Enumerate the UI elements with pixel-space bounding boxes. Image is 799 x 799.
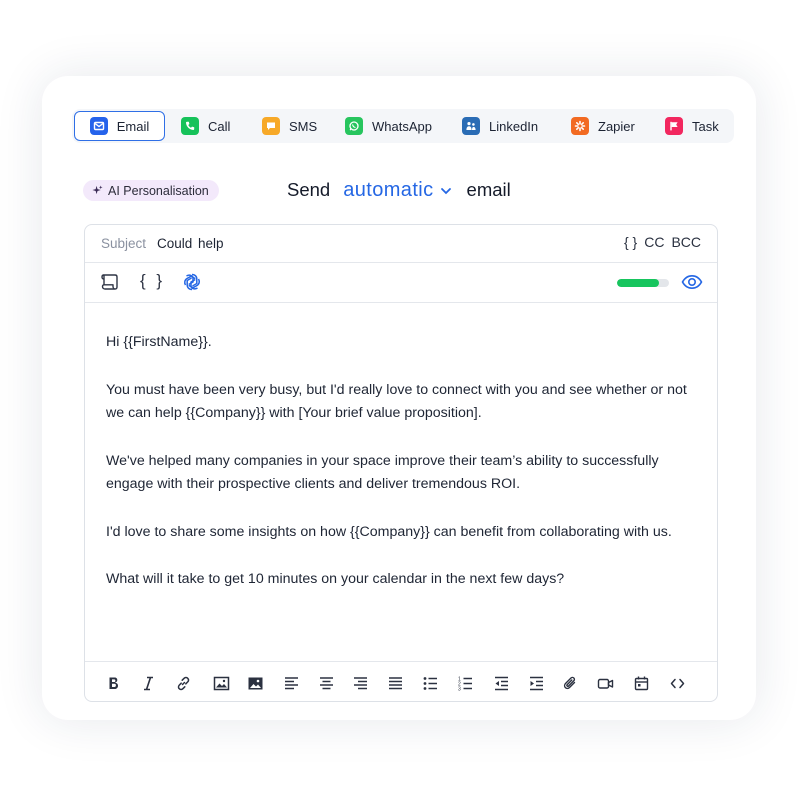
tab-label: SMS	[289, 118, 318, 134]
ai-personalisation-label: AI Personalisation	[108, 183, 209, 198]
tab-sms[interactable]: SMS	[262, 111, 317, 141]
subject-input[interactable]: Could help	[157, 236, 224, 251]
body-paragraph: We've helped many companies in your spac…	[106, 452, 659, 493]
template-scroll-icon[interactable]	[100, 272, 122, 297]
tab-label: Email	[116, 118, 150, 134]
tab-label: Task	[692, 118, 719, 134]
video-icon[interactable]	[595, 673, 615, 693]
tab-email[interactable]: Email	[74, 111, 165, 141]
whatsapp-icon	[345, 117, 363, 135]
send-suffix: email	[466, 179, 511, 200]
subject-row: Subject Could help { } CC BCC	[85, 225, 717, 263]
body-paragraph: I'd love to share some insights on how {…	[106, 523, 672, 540]
link-icon[interactable]	[173, 673, 193, 693]
tab-call[interactable]: Call	[181, 111, 230, 141]
calendar-icon[interactable]	[631, 673, 651, 693]
tab-label: LinkedIn	[489, 118, 539, 134]
image-fill-icon[interactable]	[245, 673, 265, 693]
chevron-down-icon[interactable]	[439, 184, 453, 198]
phone-icon	[181, 117, 199, 135]
sparkle-icon	[92, 185, 103, 195]
tab-label: Zapier	[598, 118, 635, 134]
bullet-list-icon[interactable]	[420, 673, 440, 693]
linkedin-icon	[462, 117, 480, 135]
body-paragraph: You must have been very busy, but I'd re…	[106, 381, 687, 422]
italic-icon[interactable]	[138, 673, 158, 693]
zapier-icon	[571, 117, 589, 135]
email-icon	[89, 117, 108, 135]
variables-button[interactable]: { }	[140, 271, 165, 291]
subject-label: Subject	[101, 236, 147, 251]
openai-icon[interactable]	[182, 272, 202, 297]
subject-actions: { } CC BCC	[624, 234, 701, 250]
numbered-list-icon[interactable]: 123	[455, 673, 475, 693]
content-score-fill	[617, 279, 659, 287]
tab-label: WhatsApp	[372, 118, 432, 134]
align-center-icon[interactable]	[316, 673, 336, 693]
bcc-button[interactable]: BCC	[671, 234, 701, 250]
editor-toolbar: { }	[85, 263, 717, 303]
tab-linkedin[interactable]: LinkedIn	[462, 111, 538, 141]
indent-icon[interactable]	[526, 673, 546, 693]
body-paragraph: What will it take to get 10 minutes on y…	[106, 571, 565, 587]
image-icon[interactable]	[211, 673, 231, 693]
cc-button[interactable]: CC	[644, 234, 664, 250]
outdent-icon[interactable]	[491, 673, 511, 693]
chat-icon	[262, 117, 280, 135]
ai-personalisation-button[interactable]: AI Personalisation	[83, 180, 219, 201]
tab-label: Call	[208, 118, 231, 134]
email-editor: Subject Could help { } CC BCC { } Hi {{F…	[84, 224, 718, 702]
attachment-icon[interactable]	[560, 673, 580, 693]
align-justify-icon[interactable]	[385, 673, 405, 693]
content-score-bar	[617, 279, 669, 287]
body-paragraph: Hi {{FirstName}}.	[106, 334, 212, 350]
bold-icon[interactable]	[103, 673, 123, 693]
tab-whatsapp[interactable]: WhatsApp	[345, 111, 432, 141]
tab-task[interactable]: Task	[665, 111, 719, 141]
subject-variables-button[interactable]: { }	[624, 234, 637, 250]
align-left-icon[interactable]	[281, 673, 301, 693]
code-icon[interactable]	[667, 673, 687, 693]
send-prefix: Send	[287, 179, 331, 200]
eye-icon[interactable]	[681, 273, 703, 296]
svg-text:3: 3	[458, 686, 461, 692]
flag-icon	[665, 117, 683, 135]
format-toolbar: 123	[85, 661, 717, 702]
align-right-icon[interactable]	[350, 673, 370, 693]
tab-zapier[interactable]: Zapier	[571, 111, 635, 141]
send-mode-dropdown[interactable]: automatic	[343, 179, 433, 202]
send-mode-row: Send automatic email	[287, 175, 511, 205]
email-body[interactable]: Hi {{FirstName}}. You must have been ver…	[106, 331, 706, 616]
